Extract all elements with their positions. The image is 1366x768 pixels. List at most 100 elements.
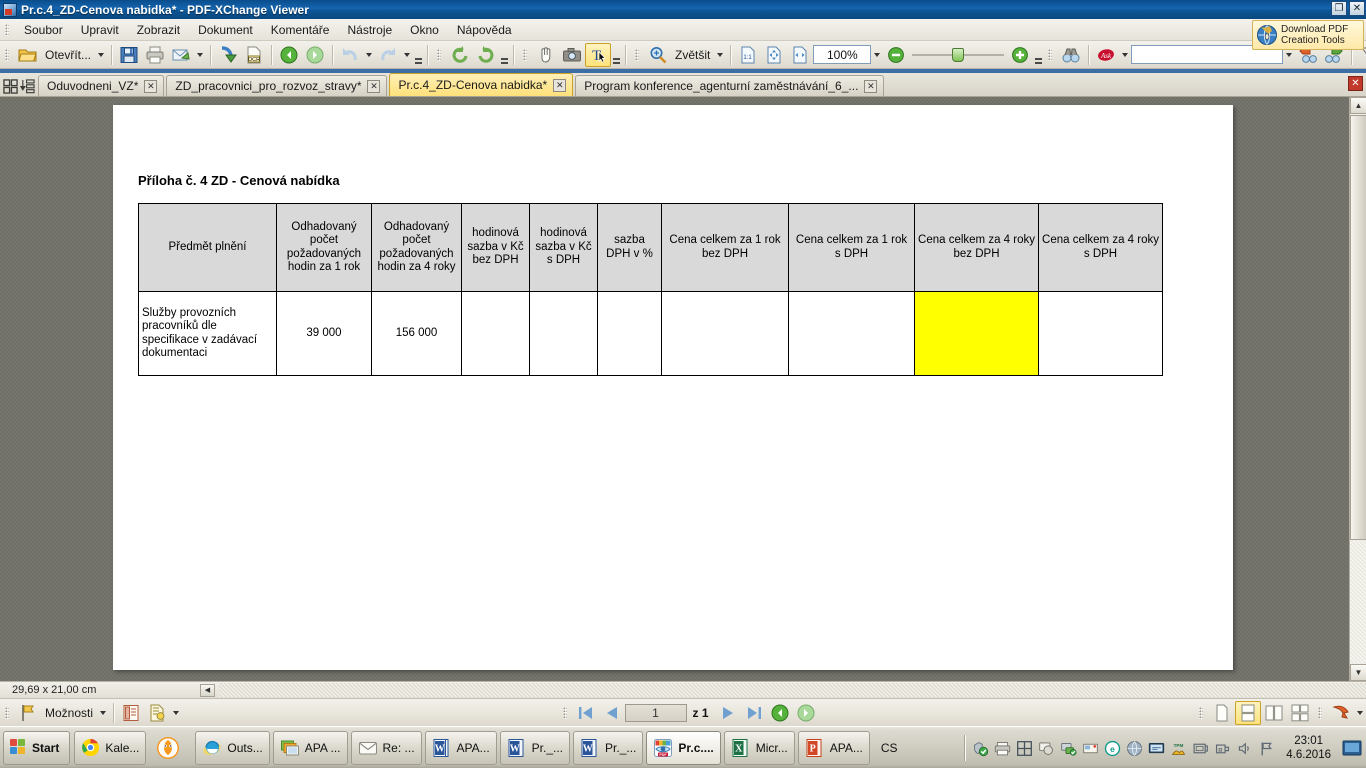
fit-page-button[interactable] — [761, 43, 787, 67]
hand-tool-button[interactable] — [533, 43, 559, 67]
vertical-scrollbar-thumb[interactable] — [1350, 115, 1366, 540]
menu-soubor[interactable]: Soubor — [15, 20, 72, 40]
tab-oduvodneni-vz[interactable]: Oduvodneni_VZ* ✕ — [38, 75, 165, 96]
open-file-label[interactable]: Otevřít... — [41, 48, 95, 62]
options-label[interactable]: Možnosti — [41, 706, 97, 720]
taskbar-item-word-pr1[interactable]: W Pr._... — [499, 730, 571, 765]
page-number-input[interactable]: 1 — [624, 703, 687, 722]
toolbar-grip-handle-3[interactable] — [521, 47, 530, 63]
snapshot-tool-button[interactable] — [559, 43, 585, 67]
zoom-level-dropdown-icon[interactable] — [874, 52, 881, 57]
options-button[interactable] — [15, 701, 41, 725]
tab-close-icon[interactable]: ✕ — [144, 79, 158, 93]
printer-tray-icon[interactable] — [994, 740, 1011, 757]
tab-list-dropdown-icon[interactable] — [20, 79, 35, 94]
zoom-slider-thumb[interactable] — [952, 47, 965, 62]
language-indicator[interactable]: CS — [873, 741, 906, 755]
start-button[interactable]: Start — [3, 730, 71, 765]
windows-flag-tray-icon[interactable] — [1016, 740, 1033, 757]
go-back-view-button[interactable] — [767, 701, 793, 725]
taskbar-item-word-pr2[interactable]: W Pr._... — [573, 730, 644, 765]
tab-zd-pracovnici-pro-rozvoz-stravy[interactable]: ZD_pracovnici_pro_rozvoz_stravy* ✕ — [166, 75, 388, 96]
toolbar-grip-handle-2[interactable] — [435, 47, 444, 63]
rotate-left-button[interactable] — [447, 43, 473, 67]
menu-dokument[interactable]: Dokument — [189, 20, 262, 40]
page-nav-grip[interactable] — [561, 705, 570, 721]
ocr-button[interactable]: OCR — [241, 43, 267, 67]
properties-dropdown-icon[interactable] — [173, 710, 180, 715]
document-viewport[interactable]: Příloha č. 4 ZD - Cenová nabídka Předmět… — [0, 97, 1366, 681]
open-file-button[interactable] — [15, 43, 41, 67]
horizontal-scroll-track[interactable] — [219, 683, 1366, 697]
ask-toolbar-button[interactable]: Ask — [1093, 43, 1119, 67]
action-center-flag-icon[interactable] — [1258, 740, 1275, 757]
vertical-scrollbar-track[interactable] — [1350, 541, 1366, 663]
remote-desktop-icon[interactable] — [1148, 740, 1165, 757]
previous-page-button[interactable] — [599, 701, 625, 725]
tools-overflow-icon[interactable] — [612, 44, 621, 66]
rotate-right-button[interactable] — [473, 43, 499, 67]
toolbar-overflow-icon[interactable] — [414, 44, 423, 66]
menu-grip-handle[interactable] — [3, 22, 12, 38]
taskbar-item-pdf-xchange[interactable]: PDF Pr.c.... — [646, 730, 721, 765]
rotate-view-button[interactable] — [1328, 701, 1354, 725]
menu-okno[interactable]: Okno — [401, 20, 448, 40]
close-button[interactable]: ✕ — [1349, 1, 1365, 16]
zoom-tool-dropdown-icon[interactable] — [717, 52, 724, 57]
search-dropdown-icon[interactable] — [1286, 52, 1293, 57]
print-button[interactable] — [142, 43, 168, 67]
device-tray-icon[interactable] — [1192, 740, 1209, 757]
menu-upravit[interactable]: Upravit — [72, 20, 128, 40]
tab-program-konference[interactable]: Program konference_agenturní zaměstnáván… — [575, 75, 885, 96]
tile-windows-icon[interactable] — [3, 79, 18, 94]
single-page-view-button[interactable] — [1209, 701, 1235, 725]
network-icon[interactable] — [1060, 740, 1077, 757]
save-button[interactable] — [116, 43, 142, 67]
taskbar-item-photo-gallery[interactable]: APA ... — [272, 730, 348, 765]
taskbar-item-chrome[interactable]: Kale... — [74, 730, 147, 765]
menu-napoveda[interactable]: Nápověda — [448, 20, 521, 40]
download-pdf-creation-tools-banner[interactable]: Download PDF Creation Tools — [1252, 20, 1364, 50]
options-dropdown-icon[interactable] — [100, 710, 107, 715]
search-toolbar-button[interactable] — [1058, 43, 1084, 67]
taskbar-clock[interactable]: 23:01 4.6.2016 — [1280, 734, 1337, 762]
zoom-slider[interactable] — [912, 45, 1005, 65]
redo-button[interactable] — [375, 43, 401, 67]
menu-nastroje[interactable]: Nástroje — [338, 20, 401, 40]
display-settings-icon[interactable] — [1038, 740, 1055, 757]
horizontal-scroll-left-button[interactable]: ◀ — [200, 683, 215, 697]
rotate-view-dropdown-icon[interactable] — [1357, 710, 1364, 715]
two-page-continuous-button[interactable] — [1287, 701, 1313, 725]
export-button[interactable] — [215, 43, 241, 67]
zoom-out-button[interactable] — [883, 43, 909, 67]
toolbar-grip-handle-4[interactable] — [633, 47, 642, 63]
open-file-dropdown-icon[interactable] — [98, 52, 105, 57]
security-shield-icon[interactable] — [972, 740, 989, 757]
taskbar-item-gimp[interactable] — [149, 731, 192, 765]
undo-button[interactable] — [337, 43, 363, 67]
taskbar-item-outlook-web[interactable]: Outs... — [195, 730, 270, 765]
tab-prc4-zd-cenova-nabidka[interactable]: Pr.c.4_ZD-Cenova nabidka* ✕ — [389, 73, 574, 96]
menu-komentare[interactable]: Komentáře — [262, 20, 339, 40]
properties-button[interactable] — [144, 701, 170, 725]
view-mode-grip[interactable] — [1197, 705, 1206, 721]
ask-dropdown-icon[interactable] — [1122, 52, 1129, 57]
scroll-up-button[interactable]: ▲ — [1350, 97, 1366, 114]
rotate-view-grip[interactable] — [1316, 705, 1325, 721]
email-button[interactable] — [168, 43, 194, 67]
show-desktop-icon[interactable] — [1342, 740, 1362, 756]
message-tray-icon[interactable] — [1082, 740, 1099, 757]
zoom-in-button[interactable] — [1007, 43, 1033, 67]
first-page-button[interactable] — [573, 701, 599, 725]
comments-list-button[interactable] — [118, 701, 144, 725]
menu-zobrazit[interactable]: Zobrazit — [128, 20, 189, 40]
zoom-overflow-icon[interactable] — [1034, 44, 1043, 66]
vertical-scrollbar[interactable]: ▲ ▼ — [1349, 97, 1366, 681]
go-forward-view-button[interactable] — [793, 701, 819, 725]
forward-button[interactable] — [302, 43, 328, 67]
taskbar-item-excel[interactable]: X Micr... — [723, 730, 795, 765]
two-page-view-button[interactable] — [1261, 701, 1287, 725]
taskbar-item-word-apa[interactable]: W APA... — [424, 730, 497, 765]
bottom-toolbar-grip[interactable] — [3, 705, 12, 721]
continuous-view-button[interactable] — [1235, 700, 1262, 725]
